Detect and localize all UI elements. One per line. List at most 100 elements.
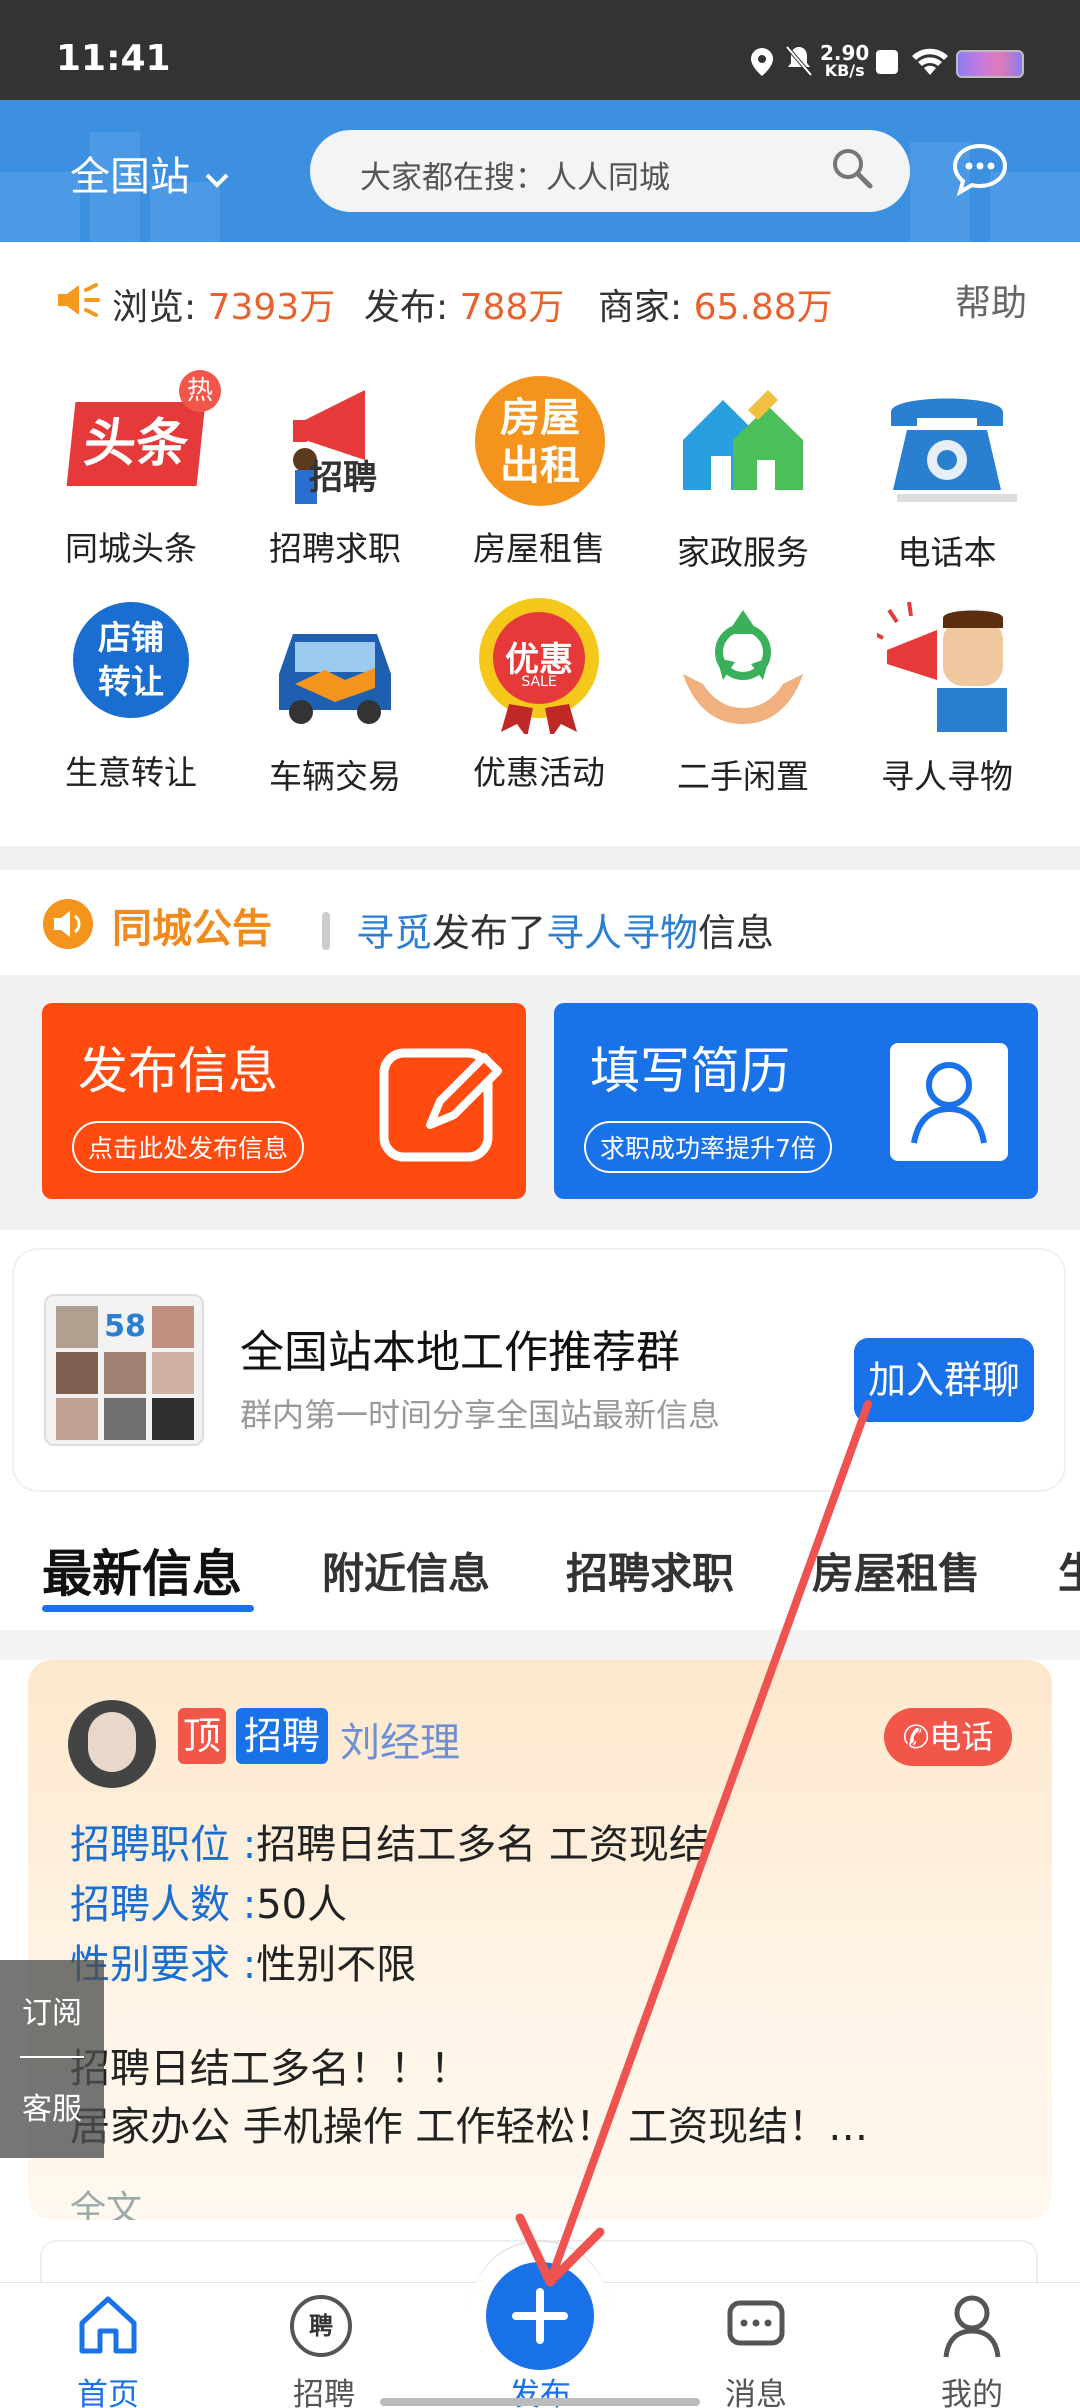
grid-item-phonebook[interactable]: 电话本: [862, 370, 1032, 574]
grid-label: 车辆交易: [269, 757, 401, 796]
search-icon[interactable]: [830, 146, 874, 190]
grid-label: 同城头条: [65, 529, 197, 568]
read-more-link[interactable]: 全文: [70, 2180, 142, 2220]
recycle-hands-icon: [683, 610, 803, 724]
resume-subtitle: 求职成功率提升7倍: [584, 1121, 832, 1173]
grid-label: 房屋租售: [473, 529, 605, 568]
city-selector[interactable]: 全国站: [70, 144, 231, 202]
hot-badge: 热: [179, 370, 221, 412]
plus-icon: [512, 2288, 568, 2344]
grid-item-housing[interactable]: 房屋出租 房屋租售: [454, 370, 624, 570]
subscribe-button[interactable]: 订阅: [22, 1988, 82, 2032]
publish-info-button[interactable]: 发布信息 点击此处发布信息: [42, 1003, 526, 1199]
jobs-icon: 聘: [290, 2295, 352, 2357]
field-gender: 性别要求 :性别不限: [70, 1942, 417, 1988]
customer-service-button[interactable]: 客服: [22, 2084, 82, 2128]
publish-subtitle: 点击此处发布信息: [72, 1121, 305, 1173]
home-indicator: [380, 2398, 700, 2406]
phone-icon: ✆: [902, 1718, 930, 1756]
group-subtitle: 群内第一时间分享全国站最新信息: [240, 1396, 721, 1434]
tab-jobs[interactable]: 招聘求职: [566, 1540, 734, 1601]
author-name[interactable]: 刘经理: [340, 1710, 460, 1768]
discount-sale-icon: 优惠 SALE: [469, 594, 609, 734]
grid-item-jobs[interactable]: 招聘 招聘求职: [250, 370, 420, 570]
person-icon: [911, 1062, 987, 1144]
user-icon: [943, 2295, 1001, 2358]
car-handshake-icon: [279, 634, 391, 724]
grid-label: 招聘求职: [269, 529, 401, 568]
edit-icon: [379, 1048, 502, 1162]
speaker-icon: [58, 283, 100, 317]
grid-label: 优惠活动: [473, 753, 605, 792]
category-badge: 招聘: [236, 1708, 328, 1764]
active-tab-indicator: [42, 1605, 254, 1612]
stat-merchants: 商家: 65.88万: [598, 287, 833, 328]
stat-views: 浏览: 7393万: [112, 287, 336, 328]
search-placeholder: 大家都在搜：人人同城: [360, 160, 670, 196]
grid-item-lost-found[interactable]: 寻人寻物: [862, 594, 1032, 798]
house-rent-icon: 房屋出租: [469, 370, 609, 510]
side-float-panel[interactable]: 订阅 客服: [0, 1960, 104, 2158]
resume-icon-box: [890, 1043, 1008, 1161]
battery-icon: [956, 50, 1024, 78]
tab-more[interactable]: 生: [1058, 1540, 1080, 1601]
wifi-icon: [912, 48, 948, 75]
notice-text[interactable]: 寻觅发布了寻人寻物信息: [356, 902, 774, 957]
grid-item-business-transfer[interactable]: 店铺转让 生意转让: [46, 594, 216, 794]
notice-title: 同城公告: [112, 906, 272, 952]
status-time: 11:41: [56, 38, 171, 79]
megaphone-jobs-icon: 招聘: [265, 370, 405, 510]
shop-transfer-icon: 店铺转让: [61, 594, 201, 734]
grid-item-housekeeping[interactable]: 家政服务: [658, 370, 828, 574]
pinned-badge: 顶: [178, 1708, 226, 1764]
city-name: 全国站: [70, 154, 190, 200]
person-megaphone-icon: [874, 601, 1007, 732]
group-avatar: 58: [44, 1294, 204, 1446]
grid-label: 家政服务: [677, 533, 809, 572]
post-description-line2: 居家办公 手机操作 工作轻松！ 工资现结！…: [70, 2104, 869, 2150]
group-title: 全国站本地工作推荐群: [240, 1327, 680, 1378]
chat-icon[interactable]: [950, 140, 1010, 200]
home-icon: [79, 2296, 137, 2354]
author-avatar[interactable]: [68, 1700, 156, 1788]
field-position: 招聘职位 :招聘日结工多名 工资现结: [70, 1822, 709, 1868]
grid-item-vehicles[interactable]: 车辆交易: [250, 594, 420, 798]
tab-housing[interactable]: 房屋租售: [812, 1540, 980, 1601]
location-icon: [751, 48, 773, 76]
fill-resume-button[interactable]: 填写简历 求职成功率提升7倍: [554, 1003, 1038, 1199]
stat-posts: 发布: 788万: [364, 287, 565, 328]
search-bar[interactable]: 大家都在搜：人人同城: [310, 130, 910, 212]
app-notification-icon: [876, 50, 898, 74]
post-description-line1: 招聘日结工多名！！！: [70, 2046, 470, 2092]
group-card[interactable]: 58 全国站本地工作推荐群 群内第一时间分享全国站最新信息 加入群聊: [14, 1250, 1064, 1490]
resume-title: 填写简历: [590, 1042, 790, 1100]
status-bar: 11:41 2.90 KB/s: [0, 0, 1080, 100]
field-headcount: 招聘人数 :50人: [70, 1882, 348, 1928]
tab-latest[interactable]: 最新信息: [42, 1534, 242, 1606]
post-card[interactable]: 顶 招聘 刘经理 ✆电话 招聘职位 :招聘日结工多名 工资现结 招聘人数 :50…: [28, 1660, 1052, 2220]
publish-button[interactable]: [486, 2262, 594, 2370]
grid-item-secondhand[interactable]: 二手闲置: [658, 594, 828, 798]
mute-bell-icon: [785, 45, 813, 77]
headlines-icon: 头条 热: [61, 370, 221, 510]
chevron-down-icon: [205, 173, 229, 188]
header: 全国站 大家都在搜：人人同城: [0, 100, 1080, 242]
announcement-icon: [43, 899, 93, 949]
grid-label: 寻人寻物: [881, 757, 1013, 796]
grid-item-promotions[interactable]: 优惠 SALE 优惠活动: [454, 594, 624, 794]
help-link[interactable]: 帮助: [955, 274, 1027, 326]
telephone-icon: [891, 398, 1017, 502]
grid-label: 电话本: [897, 533, 997, 572]
grid-label: 生意转让: [65, 753, 197, 792]
net-speed: 2.90 KB/s: [820, 41, 870, 80]
divider: [0, 846, 1080, 870]
tab-nearby[interactable]: 附近信息: [322, 1540, 490, 1601]
notice-divider: [322, 912, 330, 950]
join-group-button[interactable]: 加入群聊: [854, 1338, 1034, 1422]
grid-item-headlines[interactable]: 头条 热 同城头条: [46, 370, 221, 570]
call-button[interactable]: ✆电话: [884, 1708, 1012, 1766]
housekeeping-icon: [683, 390, 803, 490]
publish-title: 发布信息: [78, 1042, 278, 1100]
message-icon: [727, 2300, 785, 2346]
list-background: [0, 1630, 1080, 1660]
